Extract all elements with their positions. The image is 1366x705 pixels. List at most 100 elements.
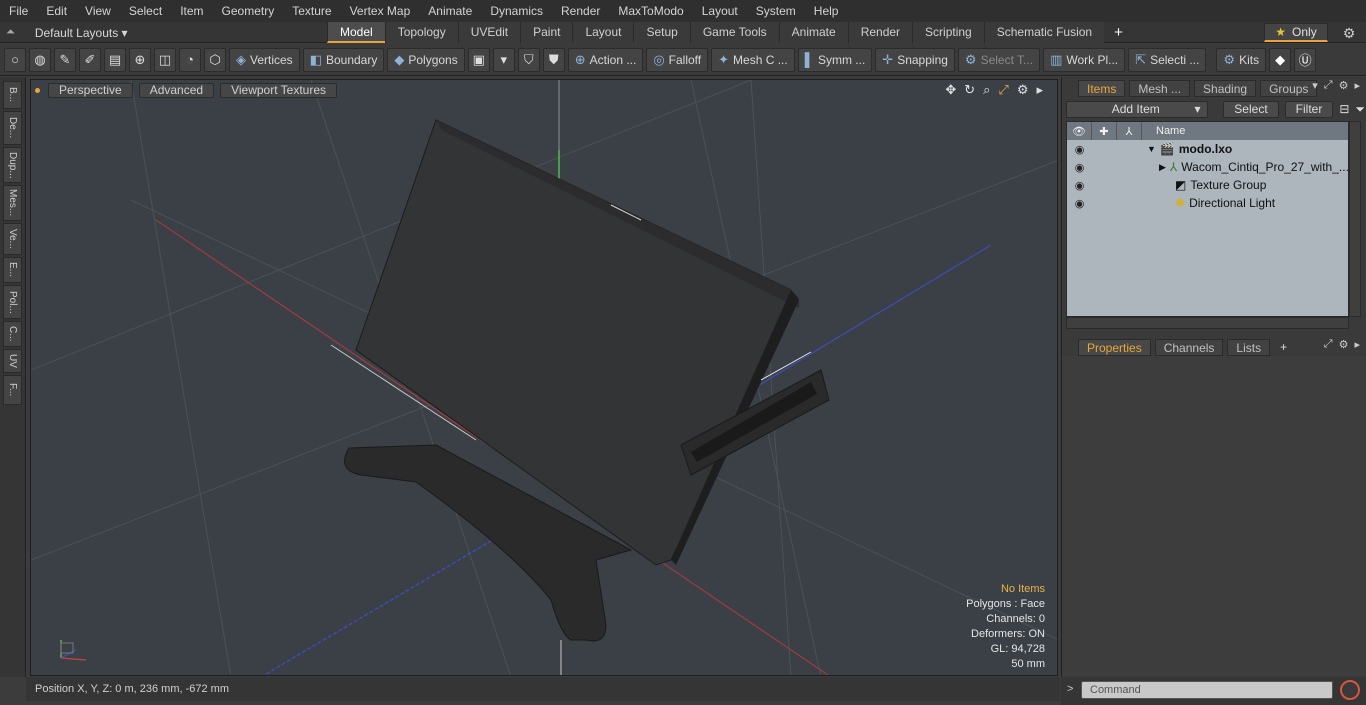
tree-row-texture-group[interactable]: ◉ ◩ Texture Group xyxy=(1067,176,1348,194)
perspective-button[interactable]: Perspective xyxy=(48,82,133,98)
tree-row-scene[interactable]: ◉ ▼ 🎬 modo.lxo xyxy=(1067,140,1348,158)
polygons-button[interactable]: ◆ Polygons xyxy=(387,47,465,72)
collapsed-arrow-icon[interactable]: ▶ xyxy=(1159,162,1166,173)
collapse-up-icon[interactable]: ⏶ xyxy=(6,26,15,39)
3d-viewport[interactable]: Perspective Advanced Viewport Textures ✥… xyxy=(30,79,1058,676)
tab-topology[interactable]: Topology xyxy=(384,22,458,43)
fit-view-icon[interactable]: ⤢ xyxy=(998,82,1008,98)
add-tab-button[interactable]: + xyxy=(1104,22,1133,43)
tab-lists[interactable]: Lists xyxy=(1227,338,1271,356)
menu-layout[interactable]: Layout xyxy=(693,0,747,22)
action-center-button[interactable]: ⊕ Action ... xyxy=(567,47,644,72)
circle-select-icon[interactable]: ○ xyxy=(4,47,26,72)
left-tab-fusion[interactable]: F... xyxy=(3,375,22,405)
unity-icon[interactable]: ◆ xyxy=(1269,47,1292,72)
menu-view[interactable]: View xyxy=(76,0,120,22)
menu-render[interactable]: Render xyxy=(552,0,609,22)
eye-icon[interactable]: ◉ xyxy=(1067,179,1092,192)
left-tab-basic[interactable]: B... xyxy=(3,81,22,109)
props-arrow-icon[interactable]: ▸ xyxy=(1354,338,1360,351)
viewport-expand-icon[interactable]: ▸ xyxy=(1036,82,1043,98)
mesh-constraint-button[interactable]: ✦ Mesh C ... xyxy=(711,47,795,72)
tab-scripting[interactable]: Scripting xyxy=(912,22,984,43)
command-input[interactable]: Command xyxy=(1081,681,1333,699)
menu-system[interactable]: System xyxy=(747,0,805,22)
pen-icon[interactable]: ✎ xyxy=(54,47,76,72)
brush-icon[interactable]: ✐ xyxy=(79,47,101,72)
tree-horizontal-scrollbar[interactable] xyxy=(1066,317,1349,329)
tab-properties[interactable]: Properties xyxy=(1078,338,1151,356)
vertices-button[interactable]: ◈ Vertices xyxy=(229,47,300,72)
snapping-button[interactable]: ✛ Snapping xyxy=(875,47,955,72)
left-tab-deform[interactable]: De... xyxy=(3,111,22,145)
filter-button[interactable]: Filter xyxy=(1284,100,1334,118)
name-column-header[interactable]: Name xyxy=(1142,125,1185,137)
gear-icon[interactable]: ⚙ xyxy=(1340,24,1358,42)
funnel-icon[interactable]: ⏷ xyxy=(1355,102,1365,117)
eye-icon[interactable]: ◉ xyxy=(1067,161,1092,174)
tab-animate[interactable]: Animate xyxy=(778,22,848,43)
left-tab-vertex[interactable]: Ve... xyxy=(3,223,22,255)
align-icon[interactable]: ▤ xyxy=(104,47,126,72)
menu-dynamics[interactable]: Dynamics xyxy=(481,0,552,22)
falloff-button[interactable]: ◎ Falloff xyxy=(646,47,709,72)
eye-icon[interactable]: ◉ xyxy=(1067,197,1092,210)
tab-items[interactable]: Items xyxy=(1078,79,1126,97)
tab-paint[interactable]: Paint xyxy=(520,22,573,43)
left-tab-edge[interactable]: E... xyxy=(3,257,22,283)
rotate-circle-icon[interactable]: ◔ xyxy=(179,47,201,72)
left-tab-curve[interactable]: C... xyxy=(3,321,22,347)
dropdown-arrow-icon[interactable]: ▾ xyxy=(492,47,515,72)
tab-schematic-fusion[interactable]: Schematic Fusion xyxy=(983,22,1105,43)
only-toggle[interactable]: ★ Only xyxy=(1264,23,1328,42)
visibility-col-icon[interactable]: 👁 xyxy=(1067,122,1092,140)
select-button[interactable]: Select xyxy=(1223,100,1279,118)
viewport-settings-icon[interactable]: ⚙ xyxy=(1017,82,1029,98)
tab-shading[interactable]: Shading xyxy=(1194,79,1257,97)
collapse-icon[interactable]: ⊟ xyxy=(1339,102,1349,116)
tab-model[interactable]: Model xyxy=(327,22,385,43)
viewport-scene[interactable] xyxy=(31,80,1058,676)
tab-mesh-ops[interactable]: Mesh ... xyxy=(1129,79,1191,97)
tree-row-mesh[interactable]: ◉ ▶ ⅄ Wacom_Cintiq_Pro_27_with_... xyxy=(1067,158,1349,176)
menu-vertex-map[interactable]: Vertex Map xyxy=(341,0,420,22)
tab-layout[interactable]: Layout xyxy=(572,22,634,43)
menu-maxtomodo[interactable]: MaxToModo xyxy=(609,0,692,22)
tab-render[interactable]: Render xyxy=(847,22,913,43)
center-icon[interactable]: ⊕ xyxy=(129,47,151,72)
boundary-button[interactable]: ◧ Boundary xyxy=(302,47,385,72)
rotate-view-icon[interactable]: ↻ xyxy=(964,82,975,98)
lock-col-icon[interactable]: ✚ xyxy=(1092,122,1117,140)
menu-help[interactable]: Help xyxy=(805,0,848,22)
tab-setup[interactable]: Setup xyxy=(633,22,690,43)
panel-gear-icon[interactable]: ⚙ xyxy=(1339,79,1349,92)
menu-texture[interactable]: Texture xyxy=(283,0,340,22)
pivot-shield-icon[interactable]: ⛊ xyxy=(542,47,565,72)
globe-icon[interactable]: ◍ xyxy=(29,47,51,72)
item-mode-icon[interactable]: ▣ xyxy=(467,47,490,72)
layout-selector[interactable]: ⏶ Default Layouts ▾ xyxy=(6,22,128,43)
symmetry-shield-icon[interactable]: ⛉ xyxy=(517,47,540,72)
kits-button[interactable]: ⚙ Kits xyxy=(1216,47,1267,72)
panel-dropdown-icon[interactable]: ▾ xyxy=(1312,79,1318,92)
left-tab-duplicate[interactable]: Dup... xyxy=(3,147,22,183)
tab-channels[interactable]: Channels xyxy=(1154,338,1224,356)
shield-icon[interactable]: ⬡ xyxy=(204,47,226,72)
work-plane-button[interactable]: ▥ Work Pl... xyxy=(1043,47,1126,72)
menu-animate[interactable]: Animate xyxy=(419,0,481,22)
expand-arrow-icon[interactable]: ▼ xyxy=(1147,144,1156,154)
menu-item[interactable]: Item xyxy=(171,0,212,22)
selection-sets-button[interactable]: ⇱ Selecti ... xyxy=(1128,47,1207,72)
panel-arrow-icon[interactable]: ▸ xyxy=(1354,79,1360,92)
menu-geometry[interactable]: Geometry xyxy=(213,0,284,22)
frame-icon[interactable]: ◫ xyxy=(154,47,176,72)
select-through-button[interactable]: ⚙ Select T... xyxy=(957,47,1041,72)
left-tab-mesh[interactable]: Mes... xyxy=(3,185,22,221)
menu-select[interactable]: Select xyxy=(120,0,171,22)
add-item-button[interactable]: Add Item ▾ xyxy=(1066,100,1208,118)
type-col-icon[interactable]: ⅄ xyxy=(1117,122,1142,140)
tab-uvedit[interactable]: UVEdit xyxy=(457,22,521,43)
tab-groups[interactable]: Groups xyxy=(1260,79,1318,97)
eye-icon[interactable]: ◉ xyxy=(1067,143,1092,156)
zoom-view-icon[interactable]: ⌕ xyxy=(983,82,990,98)
